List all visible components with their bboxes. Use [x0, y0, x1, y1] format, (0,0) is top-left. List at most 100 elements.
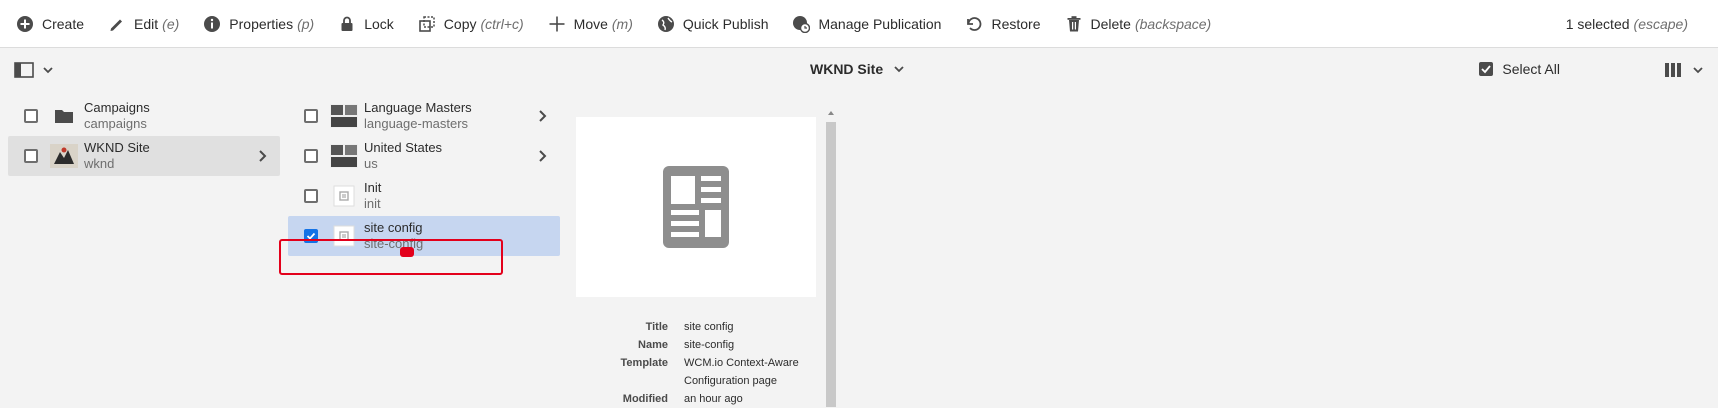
properties-label: Properties: [229, 15, 294, 32]
manage-publication-button[interactable]: Manage Publication: [780, 0, 953, 48]
name-label: Name: [638, 339, 668, 351]
scroll-up-icon[interactable]: [824, 108, 838, 118]
select-all-label: Select All: [1502, 61, 1560, 77]
page-title: WKND Site: [810, 61, 884, 77]
item-title: site config: [364, 220, 423, 235]
move-button[interactable]: Move (m): [536, 0, 645, 48]
lock-icon: [341, 16, 353, 31]
copy-button[interactable]: Copy (ctrl+c): [406, 0, 536, 48]
row-checkbox[interactable]: [304, 189, 318, 203]
rail-toggle-button[interactable]: [14, 61, 54, 79]
copy-icon: [418, 15, 435, 32]
edit-shortcut: (e): [162, 15, 180, 32]
item-name: wknd: [84, 156, 115, 171]
list-item-wknd-site[interactable]: WKND Site wknd: [8, 136, 280, 176]
folder-icon: [50, 102, 78, 130]
trash-icon: [1067, 15, 1080, 31]
list-item-campaigns[interactable]: Campaigns campaigns: [8, 96, 280, 136]
create-label: Create: [42, 15, 85, 32]
page-thumbnail-icon: [330, 102, 358, 130]
template-value-line2: Configuration page: [684, 375, 777, 387]
chevron-down-icon: [1693, 67, 1703, 74]
list-item-init[interactable]: Init init: [288, 176, 560, 216]
row-checkbox[interactable]: [304, 149, 318, 163]
preview-scrollbar[interactable]: [824, 108, 838, 407]
column-wknd-site: Language Masters language-masters United…: [288, 96, 560, 256]
select-all-button[interactable]: Select All: [1478, 61, 1560, 77]
modified-label: Modified: [622, 393, 668, 405]
escape-hint: (escape): [1633, 16, 1688, 32]
item-title: Language Masters: [364, 100, 472, 115]
delete-label: Delete: [1090, 15, 1131, 32]
details-panel: Title site config Name site-config Templat…: [596, 318, 814, 408]
globe-icon: [657, 15, 674, 32]
cursor-marker: [400, 247, 414, 257]
restore-label: Restore: [991, 15, 1041, 32]
item-name: init: [364, 196, 381, 211]
preview-card: [576, 117, 816, 297]
create-button[interactable]: Create: [0, 0, 96, 48]
config-page-icon: [330, 182, 358, 210]
selection-status[interactable]: 1 selected (escape): [1566, 0, 1688, 48]
copy-label: Copy: [443, 15, 477, 32]
quick-publish-button[interactable]: Quick Publish: [645, 0, 781, 48]
item-title: Campaigns: [84, 100, 150, 115]
info-icon: [204, 15, 221, 32]
restore-button[interactable]: Restore: [953, 0, 1052, 48]
move-label: Move: [573, 15, 608, 32]
lock-label: Lock: [364, 15, 394, 32]
delete-button[interactable]: Delete (backspace): [1053, 0, 1224, 48]
move-shortcut: (m): [611, 15, 633, 32]
list-item-united-states[interactable]: United States us: [288, 136, 560, 176]
column-root: Campaigns campaigns WKND Site wknd: [8, 96, 280, 176]
row-checkbox[interactable]: [24, 149, 38, 163]
chevron-right-icon[interactable]: [536, 149, 548, 163]
annotation-highlight-box: [279, 239, 503, 275]
title-label: Title: [645, 321, 668, 333]
item-name: language-masters: [364, 116, 469, 131]
column-view-icon: [1665, 63, 1681, 77]
chevron-right-icon[interactable]: [256, 149, 268, 163]
chevron-down-icon: [43, 67, 53, 74]
pencil-icon: [110, 19, 123, 31]
row-checkbox[interactable]: [304, 109, 318, 123]
copy-shortcut: (ctrl+c): [480, 15, 524, 32]
edit-label: Edit: [134, 15, 159, 32]
side-rail-icon: [14, 62, 34, 78]
quick-publish-label: Quick Publish: [682, 15, 769, 32]
row-checkbox[interactable]: [24, 109, 38, 123]
item-title: Init: [364, 180, 382, 195]
modified-value: an hour ago: [684, 393, 743, 405]
name-value: site-config: [684, 339, 735, 351]
item-name: campaigns: [84, 116, 147, 131]
manage-publication-label: Manage Publication: [818, 15, 942, 32]
template-value-line1: WCM.io Context-Aware: [684, 357, 799, 369]
chevron-right-icon[interactable]: [536, 109, 548, 123]
chevron-down-icon: [894, 66, 904, 73]
move-icon: [549, 16, 565, 31]
delete-shortcut: (backspace): [1134, 15, 1212, 32]
edit-button[interactable]: Edit (e): [96, 0, 191, 48]
properties-shortcut: (p): [297, 15, 315, 32]
site-thumbnail-icon: [50, 142, 78, 170]
add-circle-icon: [17, 15, 33, 32]
template-label: Template: [620, 357, 668, 369]
item-title: WKND Site: [84, 140, 150, 155]
header-bar: WKND Site Select All: [0, 48, 1718, 96]
title-value: site config: [684, 321, 734, 333]
globe-clock-icon: [793, 15, 811, 33]
item-title: United States: [364, 140, 443, 155]
lock-button[interactable]: Lock: [326, 0, 406, 48]
properties-button[interactable]: Properties (p): [191, 0, 326, 48]
view-switcher[interactable]: [1664, 61, 1704, 79]
selection-count: 1 selected: [1565, 16, 1630, 32]
item-name: us: [364, 156, 378, 171]
scrollbar-thumb[interactable]: [826, 122, 836, 407]
list-item-language-masters[interactable]: Language Masters language-masters: [288, 96, 560, 136]
site-switcher[interactable]: WKND Site: [810, 61, 905, 77]
action-bar: Create Edit (e) Properties (p) Lock Copy (c…: [0, 0, 1718, 48]
page-thumbnail-icon: [330, 142, 358, 170]
undo-icon: [967, 16, 982, 31]
page-document-icon: [663, 166, 729, 248]
select-all-icon: [1479, 62, 1494, 76]
